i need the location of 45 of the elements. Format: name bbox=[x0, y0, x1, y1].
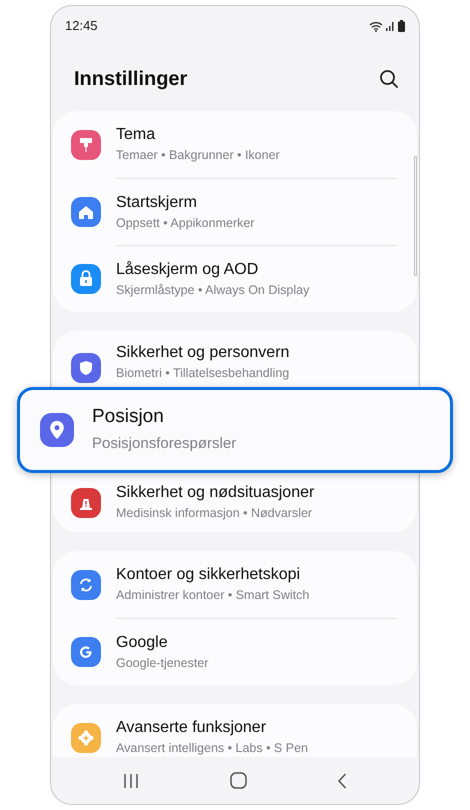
brush-icon bbox=[71, 130, 101, 160]
search-icon[interactable] bbox=[379, 68, 399, 88]
padlock-icon bbox=[71, 264, 101, 294]
settings-row[interactable]: Sikkerhet og nødsituasjoner Medisinsk informasjon • Nødvarsler bbox=[53, 473, 417, 532]
row-subtitle: Avansert intelligens • Labs • S Pen bbox=[116, 740, 309, 758]
settings-row[interactable]: Låseskjerm og AOD Skjermlåstype • Always On Display bbox=[53, 245, 417, 312]
settings-row[interactable]: Startskjerm Oppsett • Appikonmerker bbox=[53, 178, 417, 245]
settings-row[interactable]: Posisjon Posisjonsforespørsler bbox=[17, 387, 453, 473]
battery-icon bbox=[398, 20, 405, 32]
row-title: Sikkerhet og nødsituasjoner bbox=[116, 483, 316, 504]
home-icon[interactable] bbox=[230, 772, 246, 789]
row-title: Startskjerm bbox=[116, 192, 198, 213]
row-title: Sikkerhet og personvern bbox=[116, 343, 290, 364]
gear-plus-icon bbox=[71, 722, 101, 752]
row-title: Låseskjerm og AOD bbox=[116, 260, 260, 280]
sync-arrows-icon bbox=[71, 570, 101, 600]
row-title: Kontoer og sikkerhetskopi bbox=[116, 565, 302, 586]
settings-row[interactable]: Kontoer og sikkerhetskopi Administrer kontoer • Smart Switch bbox=[53, 551, 417, 618]
settings-row[interactable]: Avanserte funksjoner Avansert intelligens • Labs • S Pen bbox=[53, 704, 417, 758]
settings-row[interactable]: Tema Temaer • Bakgrunner • Ikoner bbox=[53, 111, 417, 178]
row-subtitle: Biometri • Tillatelsesbehandling bbox=[116, 365, 290, 382]
status-time: 12:45 bbox=[65, 17, 98, 36]
row-subtitle: Administrer kontoer • Smart Switch bbox=[116, 587, 310, 604]
shield-icon bbox=[71, 353, 101, 383]
row-title: Tema bbox=[116, 125, 156, 146]
signal-icon bbox=[386, 21, 395, 31]
page-title: Innstillinger bbox=[74, 66, 188, 92]
house-icon bbox=[71, 196, 101, 226]
location-pin-icon bbox=[40, 413, 74, 447]
row-subtitle: Temaer • Bakgrunner • Ikoner bbox=[116, 147, 281, 164]
recent-apps-icon[interactable] bbox=[123, 772, 139, 788]
warning-light-icon bbox=[71, 488, 101, 518]
back-icon[interactable] bbox=[337, 772, 347, 788]
settings-row[interactable]: Google Google-tjenester bbox=[53, 618, 417, 685]
row-subtitle: Oppsett • Appikonmerker bbox=[116, 214, 256, 232]
row-title: Avanserte funksjoner bbox=[116, 718, 268, 738]
row-subtitle: Medisinsk informasjon • Nødvarsler bbox=[116, 505, 314, 522]
row-title: Posisjon bbox=[92, 404, 165, 429]
settings-row[interactable]: Sikkerhet og personvern Biometri • Tillatelsesbehandling bbox=[53, 331, 417, 387]
row-subtitle: Google-tjenester bbox=[116, 654, 210, 672]
wifi-icon bbox=[369, 20, 383, 32]
row-subtitle: Skjermlåstype • Always On Display bbox=[116, 282, 310, 299]
row-subtitle: Posisjonsforespørsler bbox=[92, 434, 238, 454]
row-title: Google bbox=[116, 632, 169, 653]
google-g-icon bbox=[71, 636, 101, 666]
